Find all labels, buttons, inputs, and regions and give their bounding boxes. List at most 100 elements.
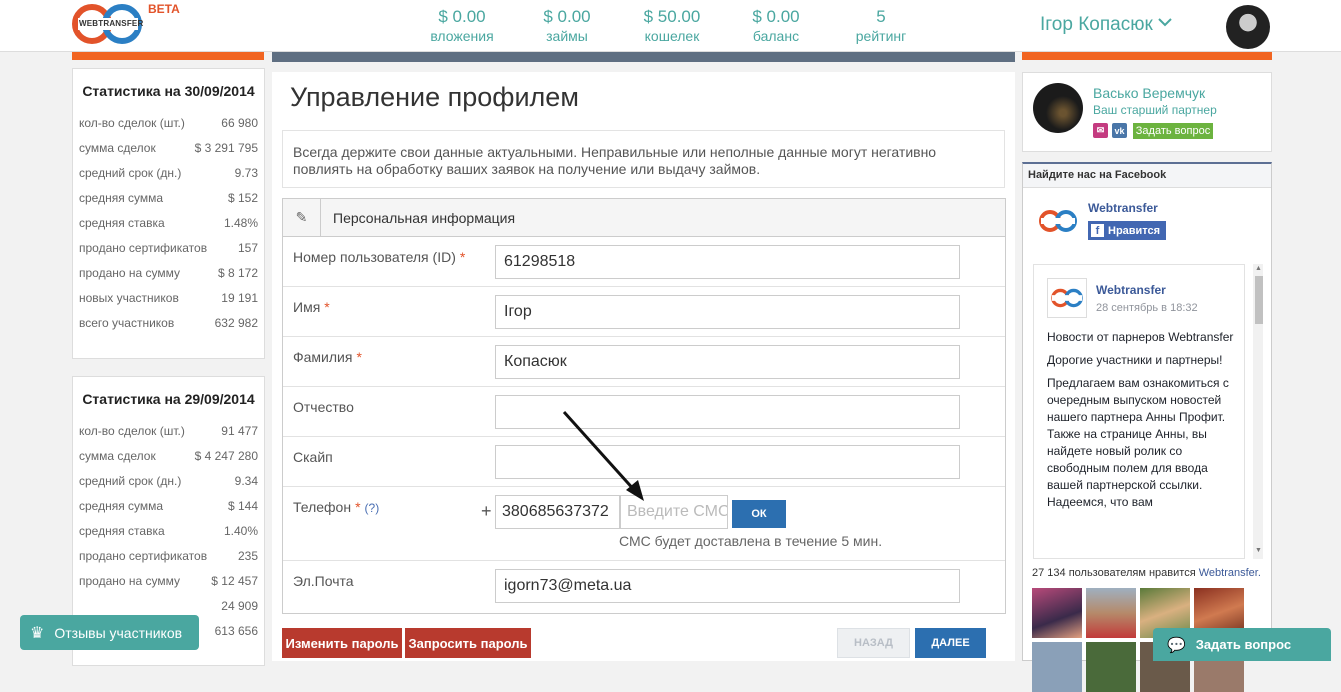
stats-value: $ 3 291 795 [194,140,258,155]
scroll-up-icon[interactable]: ▲ [1255,265,1262,272]
partner-avatar[interactable] [1033,83,1083,133]
fan-avatar[interactable] [1032,642,1082,692]
fan-avatar[interactable] [1032,588,1082,638]
back-button[interactable]: НАЗАД [837,628,910,658]
stats-label: средний срок (дн.) [79,473,182,488]
facebook-page-name[interactable]: Webtransfer [1088,201,1158,215]
post-paragraph: Дорогие участники и партнеры! [1047,353,1223,367]
required-mark: * [459,249,466,265]
stats-value: 632 982 [214,315,258,330]
stats-title: Статистика на 30/09/2014 [82,83,255,99]
likes-count: 27 134 пользователям нравится Webtransfe… [1032,567,1261,579]
webtransfer-page-logo[interactable] [1037,200,1079,242]
scrollbar-thumb[interactable] [1255,276,1263,324]
left-accent-bar [72,52,264,60]
stats-value: 91 477 [221,423,258,438]
stats-value: 1.40% [223,523,258,538]
stats-row: продано на сумму $ 8 172 [73,260,264,285]
post-scrollbar[interactable]: ▲ ▼ [1253,264,1263,559]
user-avatar[interactable] [1226,5,1270,49]
user-id-field[interactable]: 61298518 [495,245,960,279]
stats-label: средняя ставка [79,523,165,538]
stats-value: 9.34 [234,473,258,488]
stats-row: средний срок (дн.) 9.73 [73,160,264,185]
stat-investments[interactable]: $ 0.00 вложения [412,7,512,44]
post-paragraph: Новости от парнеров Webtransfer [1047,330,1234,344]
sms-ok-button[interactable]: ОК [732,500,786,528]
chat-bubble-icon: 💬 [1167,636,1186,654]
section-header: ✎ Персональная информация [283,198,1005,237]
email-field[interactable]: igorn73@meta.ua [495,569,960,603]
stats-value: $ 8 172 [217,265,258,280]
facebook-icon: f [1091,224,1104,237]
stat-loans[interactable]: $ 0.00 займы [517,7,617,44]
change-password-button[interactable]: Изменить пароль [282,628,402,658]
stat-balance[interactable]: $ 0.00 баланс [726,7,826,44]
stats-label: продано сертификатов [79,240,208,255]
stats-value: $ 4 247 280 [194,448,258,463]
ask-question-label: Задать вопрос [1195,637,1292,652]
required-mark: * [356,349,362,365]
stat-value: 5 [876,7,886,26]
required-mark: * [355,499,361,515]
reviews-button[interactable]: ♛ Отзывы участников [20,615,199,650]
stats-value: 66 980 [221,115,258,130]
stat-rating[interactable]: 5 рейтинг [831,7,931,44]
ask-question-button[interactable]: 💬 Задать вопрос [1153,628,1331,661]
field-row-id: Номер пользователя (ID) * 61298518 [283,237,1005,287]
post-paragraph: Предлагаем вам ознакомиться с очередным … [1047,376,1229,509]
ask-question-small-button[interactable]: Задать вопрос [1133,123,1213,139]
stats-label: средний срок (дн.) [79,165,182,180]
vk-icon[interactable]: vk [1112,123,1127,138]
profile-panel: Управление профилем Всегда держите свои … [272,72,1015,661]
facebook-like-button[interactable]: f Нравится [1088,221,1166,240]
stat-value: $ 0.00 [543,7,591,26]
stats-row: продано сертификатов 157 [73,235,264,260]
next-button[interactable]: ДАЛЕЕ [915,628,986,658]
stats-value: $ 152 [227,190,258,205]
stats-label: средняя сумма [79,498,164,513]
field-row-email: Эл.Почта igorn73@meta.ua [283,561,1005,611]
crown-icon: ♛ [30,624,45,642]
likes-page-link[interactable]: Webtransfer. [1199,567,1261,579]
top-bar: WEBTRANSFER BETA $ 0.00 вложения $ 0.00 … [0,0,1341,52]
user-menu-name[interactable]: Ігор Копасюк [1040,14,1153,36]
stat-label: займы [546,28,588,44]
partner-name[interactable]: Васько Веремчук [1093,85,1205,101]
stats-value: $ 144 [227,498,258,513]
stats-label: всего участников [79,315,175,330]
facebook-widget-header: Найдите нас на Facebook [1023,164,1271,188]
phone-help-link[interactable]: (?) [365,501,380,515]
stats-box-30-09: Статистика на 30/09/2014 кол-во сделок (… [72,68,265,359]
stats-title: Статистика на 29/09/2014 [82,391,255,407]
request-password-button[interactable]: Запросить пароль [405,628,531,658]
last-name-field[interactable]: Копасюк [495,345,960,379]
stats-label: кол-во сделок (шт.) [79,423,185,438]
fan-avatar[interactable] [1086,642,1136,692]
pencil-icon[interactable]: ✎ [283,198,321,237]
stats-label: сумма сделок [79,140,156,155]
stat-label: вложения [430,28,494,44]
stat-label: рейтинг [855,28,907,44]
post-date[interactable]: 28 сентябрь в 18:32 [1096,302,1198,314]
mail-icon[interactable]: ✉ [1093,123,1108,138]
post-author-logo[interactable] [1047,278,1087,318]
field-label-text: Скайп [293,449,333,465]
fan-avatar[interactable] [1086,588,1136,638]
scroll-down-icon[interactable]: ▼ [1255,547,1262,554]
beta-badge: BETA [148,2,180,16]
post-author-name[interactable]: Webtransfer [1096,283,1166,297]
stats-value: 19 191 [221,290,258,305]
field-row-name: Имя * Ігор [283,287,1005,337]
stats-row: кол-во сделок (шт.) 91 477 [73,418,264,443]
stats-row: средняя ставка 1.40% [73,518,264,543]
stats-value: 24 909 [221,598,258,613]
stats-row: сумма сделок $ 4 247 280 [73,443,264,468]
stat-label: кошелек [644,28,700,44]
chevron-down-icon[interactable] [1157,16,1173,28]
stat-wallet[interactable]: $ 50.00 кошелек [622,7,722,44]
stats-value: 1.48% [223,215,258,230]
first-name-field[interactable]: Ігор [495,295,960,329]
facebook-post: Webtransfer 28 сентябрь в 18:32 Новости … [1033,264,1263,559]
stats-row: продано на сумму $ 12 457 [73,568,264,593]
